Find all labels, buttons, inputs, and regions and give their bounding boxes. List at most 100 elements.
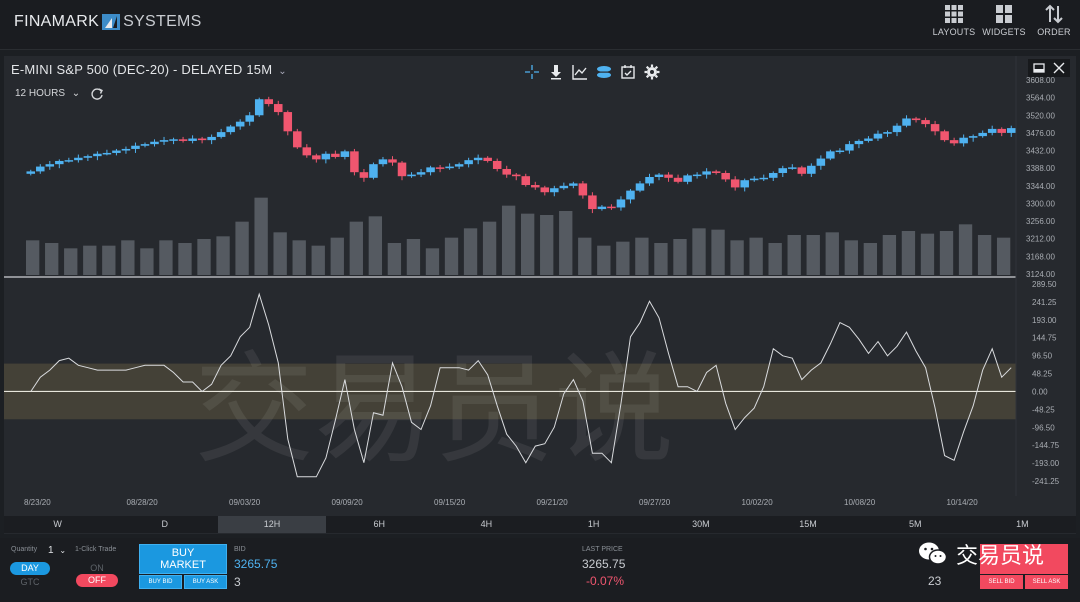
gear-icon[interactable] (644, 64, 660, 80)
last-change: -0.07% (586, 574, 625, 588)
candle-body (169, 139, 178, 141)
candle-body (959, 137, 968, 144)
day-toggle[interactable]: DAY (10, 562, 50, 575)
timeframe-w[interactable]: W (4, 516, 111, 533)
download-icon[interactable] (548, 64, 564, 80)
candle-body (312, 155, 321, 160)
timeframe-12h[interactable]: 12H (218, 516, 326, 533)
candle-body (559, 185, 569, 189)
candle-body (778, 168, 788, 173)
candle (340, 149, 350, 160)
window-controls (1028, 59, 1070, 77)
oscillator-y-tick-label: -241.25 (1032, 477, 1060, 486)
volume-bar (254, 197, 268, 275)
quantity-select[interactable]: 1 ⌄ (48, 545, 66, 556)
timeframe-1m[interactable]: 1M (969, 516, 1076, 533)
candle (216, 128, 226, 139)
volume-bar (901, 231, 916, 275)
candle-body (321, 153, 331, 160)
candle (892, 123, 902, 137)
candle (845, 140, 854, 154)
candle (378, 156, 388, 167)
volume-bar (578, 237, 592, 275)
candle (502, 165, 511, 178)
candle (312, 153, 321, 163)
candle (721, 170, 730, 182)
volume-bar (83, 245, 97, 275)
candle (645, 173, 654, 186)
bid-size: 3 (234, 575, 241, 589)
interval-selector[interactable]: 12 HOURS ⌄ (15, 88, 80, 99)
candle-body (378, 159, 388, 165)
volume-bar (863, 243, 878, 275)
y-tick-label: 3476.00 (1026, 129, 1055, 138)
candle-body (883, 132, 892, 134)
line-chart-icon[interactable] (572, 64, 588, 80)
buy-market-button[interactable]: BUY MARKET (139, 544, 227, 574)
candle-body (854, 140, 864, 145)
candle-body (407, 174, 416, 177)
volume-bar (45, 243, 59, 275)
oscillator-y-tick-label: 96.50 (1032, 352, 1053, 361)
sell-ask-button[interactable]: SELL ASK (1025, 575, 1068, 589)
minimize-icon[interactable] (1032, 61, 1046, 75)
one-click-off[interactable]: OFF (76, 574, 118, 587)
quantity-label: Quantity (11, 546, 38, 553)
y-tick-label: 3300.00 (1026, 199, 1055, 208)
timeframe-d[interactable]: D (111, 516, 218, 533)
candle (388, 156, 397, 166)
candle (74, 154, 83, 163)
candle (616, 196, 626, 211)
candle-body (930, 124, 940, 132)
timeframe-30m[interactable]: 30M (647, 516, 754, 533)
layers-icon[interactable] (596, 64, 612, 80)
candle-body (473, 157, 483, 161)
close-icon[interactable] (1052, 61, 1066, 75)
candle-body (188, 138, 197, 141)
buy-bid-button[interactable]: BUY BID (139, 575, 182, 589)
x-tick-label: 09/21/20 (537, 498, 569, 507)
brand-logo: FINAMARK SYSTEMS (14, 12, 202, 32)
volume-bar (768, 243, 782, 275)
candle (102, 149, 112, 156)
order-button[interactable]: ORDER (1032, 3, 1076, 41)
timeframe-6h[interactable]: 6H (326, 516, 433, 533)
candle (435, 164, 445, 173)
volume-bar (787, 235, 801, 275)
candle-body (83, 156, 93, 158)
crosshair-icon[interactable] (524, 64, 540, 80)
candle (978, 130, 987, 138)
sell-bid-button[interactable]: SELL BID (980, 575, 1023, 589)
timeframe-15m[interactable]: 15M (754, 516, 861, 533)
candle-body (892, 125, 902, 133)
calendar-icon[interactable] (620, 64, 636, 80)
last-price: 3265.75 (582, 557, 626, 571)
price-chart[interactable]: 交易员说 3608.00 3564.00 3520.00 3476.00 3432.00 3… (4, 56, 1076, 534)
y-tick-label: 3256.00 (1026, 217, 1055, 226)
widgets-label: WIDGETS (982, 27, 1026, 37)
volume-bar (482, 221, 497, 275)
volume-bar (121, 240, 135, 275)
candle-body (350, 151, 359, 173)
oscillator-y-tick-label: -144.75 (1032, 441, 1060, 450)
gtc-toggle[interactable]: GTC (10, 576, 50, 589)
candle (64, 157, 74, 163)
refresh-icon[interactable] (90, 87, 104, 101)
candle-body (873, 133, 883, 139)
candle-body (835, 150, 845, 153)
candle-body (159, 140, 169, 142)
timeframe-4h[interactable]: 4H (433, 516, 540, 533)
buy-ask-button[interactable]: BUY ASK (184, 575, 227, 589)
candle (197, 136, 207, 144)
volume-bar (406, 239, 421, 275)
candle (940, 129, 949, 142)
timeframe-5m[interactable]: 5M (862, 516, 969, 533)
chart-title[interactable]: E-MINI S&P 500 (DEC-20) - DELAYED 15M ⌄ (11, 62, 287, 77)
layouts-button[interactable]: LAYOUTS (932, 3, 976, 41)
timeframe-1h[interactable]: 1H (540, 516, 647, 533)
volume-bar (216, 236, 230, 275)
widgets-button[interactable]: WIDGETS (982, 3, 1026, 41)
candle-body (730, 179, 740, 188)
volume-bar (159, 240, 173, 275)
candle (997, 127, 1006, 137)
